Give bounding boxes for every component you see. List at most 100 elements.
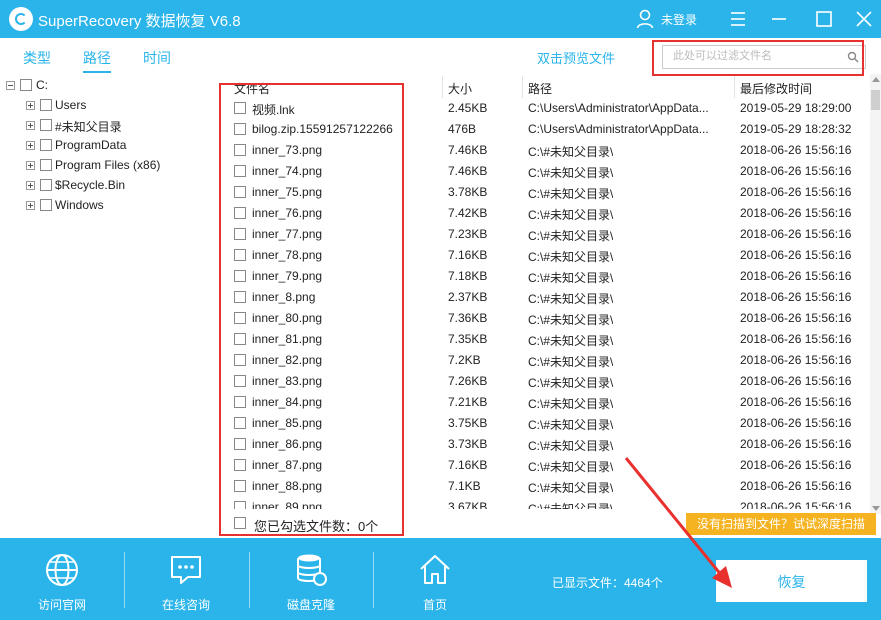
tree-checkbox[interactable]: [40, 119, 52, 131]
table-row[interactable]: inner_80.png 7.36KB C:\#未知父目录\ 2018-06-26 1…: [218, 308, 870, 329]
cell-path: C:\#未知父目录\: [528, 418, 614, 432]
column-header-size[interactable]: 大小: [448, 80, 472, 96]
expand-icon[interactable]: [26, 121, 35, 130]
column-separator[interactable]: [522, 76, 523, 98]
row-checkbox[interactable]: [234, 144, 246, 156]
column-header-path[interactable]: 路径: [528, 80, 552, 96]
row-checkbox[interactable]: [234, 165, 246, 177]
row-checkbox[interactable]: [234, 375, 246, 387]
row-checkbox[interactable]: [234, 333, 246, 345]
table-row[interactable]: inner_76.png 7.42KB C:\#未知父目录\ 2018-06-26 1…: [218, 203, 870, 224]
cell-modified: 2018-06-26 15:56:16: [740, 416, 852, 430]
deep-scan-button[interactable]: 没有扫描到文件？试试深度扫描: [686, 513, 876, 535]
expand-icon[interactable]: [26, 101, 35, 110]
row-checkbox[interactable]: [234, 102, 246, 114]
tree-checkbox[interactable]: [40, 159, 52, 171]
cell-size: 3.67KB: [448, 500, 488, 509]
tab-path[interactable]: 路径: [83, 48, 111, 73]
expand-icon[interactable]: [26, 141, 35, 150]
cell-name: inner_87.png: [252, 458, 323, 472]
table-row[interactable]: 视频.lnk 2.45KB C:\Users\Administrator\AppDa…: [218, 98, 870, 119]
recover-button[interactable]: 恢复: [716, 560, 867, 602]
table-row[interactable]: bilog.zip.15591257122266 476B C:\Users\Adm…: [218, 119, 870, 140]
table-row[interactable]: inner_87.png 7.16KB C:\#未知父目录\ 2018-06-26 1…: [218, 455, 870, 476]
maximize-icon[interactable]: [811, 6, 837, 32]
row-checkbox[interactable]: [234, 480, 246, 492]
row-checkbox[interactable]: [234, 186, 246, 198]
row-checkbox[interactable]: [234, 249, 246, 261]
table-row[interactable]: inner_73.png 7.46KB C:\#未知父目录\ 2018-06-26 1…: [218, 140, 870, 161]
column-header-name[interactable]: 文件名: [234, 80, 270, 96]
row-checkbox[interactable]: [234, 123, 246, 135]
cell-modified: 2018-06-26 15:56:16: [740, 311, 852, 325]
row-checkbox[interactable]: [234, 312, 246, 324]
cell-modified: 2018-06-26 15:56:16: [740, 374, 852, 388]
table-row[interactable]: inner_88.png 7.1KB C:\#未知父目录\ 2018-06-26 15…: [218, 476, 870, 497]
table-row[interactable]: inner_86.png 3.73KB C:\#未知父目录\ 2018-06-26 1…: [218, 434, 870, 455]
filter-input[interactable]: [671, 49, 845, 63]
scroll-up-icon[interactable]: [872, 77, 880, 82]
table-row[interactable]: inner_77.png 7.23KB C:\#未知父目录\ 2018-06-26 1…: [218, 224, 870, 245]
cell-modified: 2018-06-26 15:56:16: [740, 206, 852, 220]
table-row[interactable]: inner_84.png 7.21KB C:\#未知父目录\ 2018-06-26 1…: [218, 392, 870, 413]
cell-size: 7.36KB: [448, 311, 488, 325]
select-all-checkbox[interactable]: [234, 517, 246, 529]
row-checkbox[interactable]: [234, 417, 246, 429]
table-row[interactable]: inner_8.png 2.37KB C:\#未知父目录\ 2018-06-26 15…: [218, 287, 870, 308]
cell-path: C:\#未知父目录\: [528, 460, 614, 474]
tab-time[interactable]: 时间: [143, 48, 171, 68]
tree-checkbox[interactable]: [20, 79, 32, 91]
cell-path: C:\#未知父目录\: [528, 145, 614, 159]
nav-disk-clone[interactable]: 磁盘克隆: [249, 538, 373, 620]
row-checkbox[interactable]: [234, 438, 246, 450]
cell-path: C:\#未知父目录\: [528, 250, 614, 264]
expand-icon[interactable]: [26, 161, 35, 170]
globe-icon: [46, 554, 78, 586]
close-icon[interactable]: [851, 6, 877, 32]
table-row[interactable]: inner_85.png 3.75KB C:\#未知父目录\ 2018-06-26 1…: [218, 413, 870, 434]
table-row[interactable]: inner_89.png 3.67KB C:\#未知父目录\ 2018-06-26 1…: [218, 497, 870, 509]
tree-checkbox[interactable]: [40, 179, 52, 191]
table-row[interactable]: inner_79.png 7.18KB C:\#未知父目录\ 2018-06-26 1…: [218, 266, 870, 287]
tree-checkbox[interactable]: [40, 99, 52, 111]
table-row[interactable]: inner_82.png 7.2KB C:\#未知父目录\ 2018-06-26 15…: [218, 350, 870, 371]
scroll-down-icon[interactable]: [872, 506, 880, 511]
table-row[interactable]: inner_81.png 7.35KB C:\#未知父目录\ 2018-06-26 1…: [218, 329, 870, 350]
row-checkbox[interactable]: [234, 291, 246, 303]
collapse-icon[interactable]: [6, 81, 15, 90]
table-row[interactable]: inner_78.png 7.16KB C:\#未知父目录\ 2018-06-26 1…: [218, 245, 870, 266]
table-row[interactable]: inner_75.png 3.78KB C:\#未知父目录\ 2018-06-26 1…: [218, 182, 870, 203]
expand-icon[interactable]: [26, 201, 35, 210]
row-checkbox[interactable]: [234, 501, 246, 509]
cell-path: C:\#未知父目录\: [528, 166, 614, 180]
scroll-thumb[interactable]: [871, 90, 880, 110]
cell-name: inner_89.png: [252, 500, 323, 509]
minimize-icon[interactable]: [766, 6, 792, 32]
table-row[interactable]: inner_83.png 7.26KB C:\#未知父目录\ 2018-06-26 1…: [218, 371, 870, 392]
cell-path: C:\#未知父目录\: [528, 481, 614, 495]
row-checkbox[interactable]: [234, 459, 246, 471]
tree-label: ProgramData: [55, 138, 127, 152]
menu-icon[interactable]: [725, 6, 751, 32]
table-row[interactable]: inner_74.png 7.46KB C:\#未知父目录\ 2018-06-26 1…: [218, 161, 870, 182]
row-checkbox[interactable]: [234, 396, 246, 408]
nav-online-consult[interactable]: 在线咨询: [124, 538, 248, 620]
column-separator[interactable]: [442, 76, 443, 98]
search-icon[interactable]: [847, 51, 859, 63]
tab-type[interactable]: 类型: [23, 48, 51, 68]
row-checkbox[interactable]: [234, 270, 246, 282]
nav-home[interactable]: 首页: [373, 538, 497, 620]
expand-icon[interactable]: [26, 181, 35, 190]
column-header-modified[interactable]: 最后修改时间: [740, 80, 812, 96]
vertical-scrollbar[interactable]: [870, 74, 881, 514]
folder-tree: C: Users #未知父目录 ProgramData Program File…: [0, 74, 218, 530]
column-separator[interactable]: [734, 76, 735, 98]
cell-name: inner_8.png: [252, 290, 316, 304]
cell-size: 3.73KB: [448, 437, 488, 451]
tree-checkbox[interactable]: [40, 199, 52, 211]
tree-checkbox[interactable]: [40, 139, 52, 151]
nav-visit-website[interactable]: 访问官网: [0, 538, 124, 620]
row-checkbox[interactable]: [234, 354, 246, 366]
row-checkbox[interactable]: [234, 207, 246, 219]
row-checkbox[interactable]: [234, 228, 246, 240]
